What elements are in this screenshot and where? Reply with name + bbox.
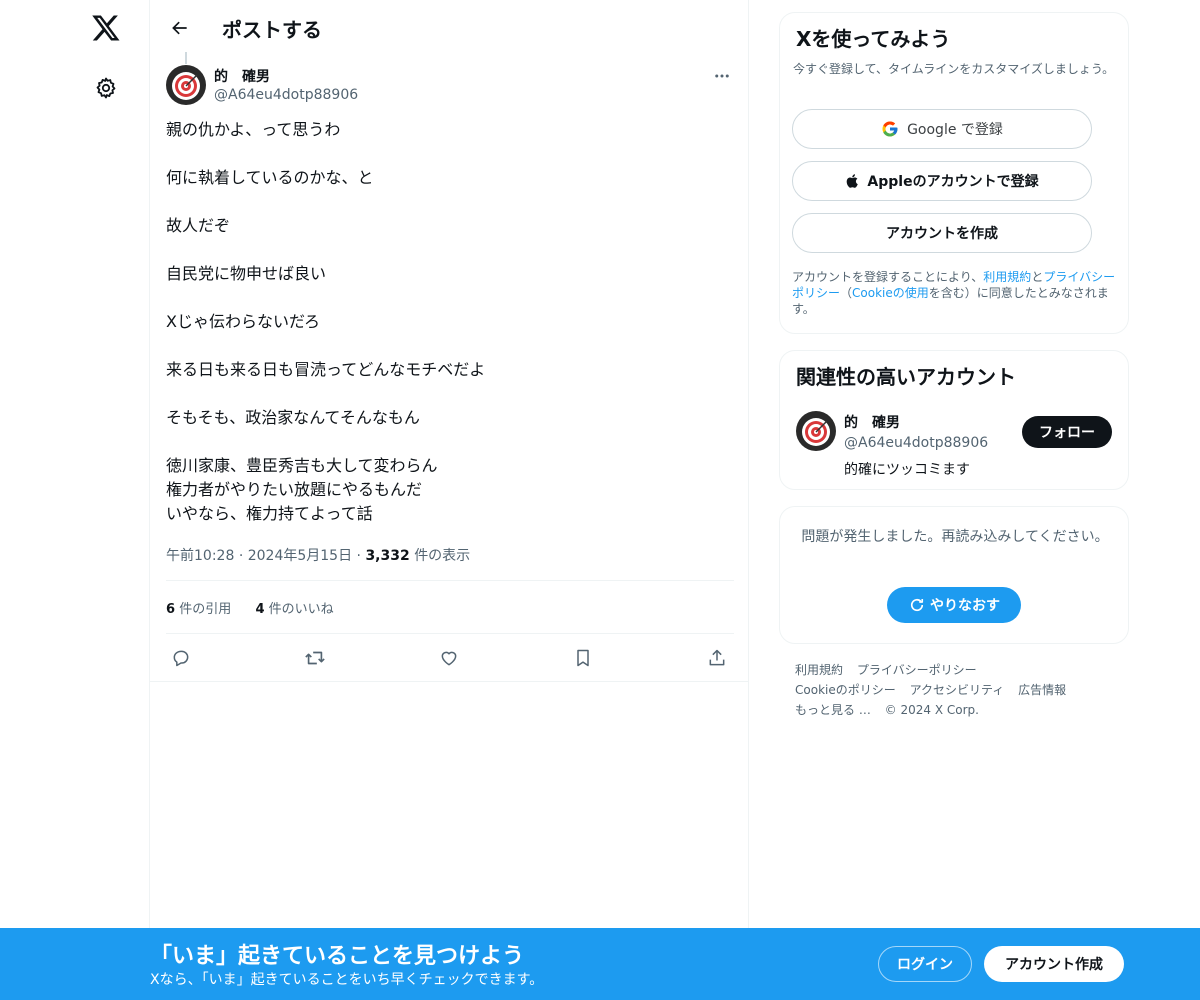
main-column: ポストする 的 確男 @A64eu4dotp88906 親の仇かよ、って思うわ … (150, 0, 749, 1000)
signup-card: Xを使ってみよう 今すぐ登録して、タイムラインをカスタマイズしましょう。 Goo… (779, 12, 1129, 334)
post-paragraph: そもそも、政治家なんてそんなもん (166, 406, 726, 430)
likes-stat[interactable]: 4 件のいいね (255, 602, 333, 617)
divider (166, 633, 734, 634)
bottom-signup-bar: 「いま」起きていることを見つけよう Xなら、「いま」起きていることをいち早くチェ… (0, 928, 1200, 1000)
post-paragraph: 故人だぞ (166, 214, 726, 238)
post-paragraph: 親の仇かよ、って思うわ (166, 118, 726, 142)
page-header: ポストする (150, 0, 749, 54)
footer-more-link[interactable]: もっと見る … (795, 703, 871, 717)
post-time[interactable]: 午前10:28 (166, 548, 234, 564)
footer-copyright: © 2024 X Corp. (884, 703, 979, 717)
post-paragraph: 何に執着しているのかな、と (166, 166, 726, 190)
reply-icon[interactable] (167, 644, 195, 672)
legal-and: と (1031, 270, 1044, 284)
post-meta: 午前10:28 · 2024年5月15日 · 3,332 件の表示 (166, 545, 470, 565)
target-icon (796, 411, 836, 451)
target-icon (166, 65, 206, 105)
bottom-bar-title: 「いま」起きていることを見つけよう (150, 944, 525, 969)
cookie-link[interactable]: Cookieの使用 (852, 286, 929, 300)
quotes-count: 6 (166, 602, 176, 617)
views-count: 3,332 (365, 548, 410, 564)
avatar[interactable] (796, 411, 836, 451)
post-line: 親の仇かよ、って思うわ (166, 120, 341, 139)
signup-button[interactable]: アカウント作成 (984, 946, 1124, 982)
footer-accessibility-link[interactable]: アクセシビリティ (910, 683, 1005, 697)
apple-signup-label: Appleのアカウントで登録 (867, 174, 1039, 190)
related-account-handle[interactable]: @A64eu4dotp88906 (844, 435, 988, 451)
retry-label: やりなおす (930, 598, 1000, 614)
error-message: 問題が発生しました。再読み込みしてください。 (801, 529, 1109, 545)
post-line: そもそも、政治家なんてそんなもん (166, 408, 420, 427)
related-account-bio: 的確にツッコミます (844, 462, 970, 478)
retry-button[interactable]: やりなおす (887, 587, 1021, 623)
likes-count: 4 (255, 602, 265, 617)
post-line: 来る日も来る日も冒涜ってどんなモチベだよ (166, 360, 486, 379)
google-icon (882, 121, 898, 137)
back-arrow-icon[interactable] (164, 12, 196, 44)
post-line: 自民党に物申せば良い (166, 264, 327, 283)
footer-ads-link[interactable]: 広告情報 (1018, 683, 1066, 697)
avatar[interactable] (166, 65, 206, 105)
bookmark-icon[interactable] (569, 644, 597, 672)
likes-label: 件のいいね (268, 602, 334, 617)
action-bar (166, 644, 734, 672)
follow-button[interactable]: フォロー (1022, 416, 1112, 448)
legal-paren: （ (840, 286, 853, 300)
post-line: Xじゃ伝わらないだろ (166, 312, 321, 331)
footer-privacy-link[interactable]: プライバシーポリシー (857, 663, 977, 677)
bottom-bar-subtitle: Xなら、「いま」起きていることをいち早くチェックできます。 (150, 972, 544, 988)
quotes-label: 件の引用 (179, 602, 232, 617)
post-line: 故人だぞ (166, 216, 231, 235)
post-text: 親の仇かよ、って思うわ 何に執着しているのかな、と 故人だぞ 自民党に物申せば良… (166, 118, 726, 550)
apple-icon (847, 174, 859, 188)
related-accounts-card: 関連性の高いアカウント 的 確男 @A64eu4dotp88906 的確にツッコ… (779, 350, 1129, 490)
post-paragraph: 徳川家康、豊臣秀吉も大して変わらん 権力者がやりたい放題にやるもんだ いやなら、… (166, 454, 726, 526)
quotes-stat[interactable]: 6 件の引用 (166, 602, 231, 617)
divider (150, 681, 749, 682)
login-button[interactable]: ログイン (878, 946, 972, 982)
more-icon[interactable] (710, 64, 734, 88)
signup-title: Xを使ってみよう (796, 27, 951, 51)
legal-text: アカウントを登録することにより、利用規約とプライバシーポリシー（Cookieの使… (792, 269, 1122, 317)
post-line: 何に執着しているのかな、と (166, 168, 374, 187)
refresh-icon (910, 598, 924, 612)
related-title: 関連性の高いアカウント (796, 365, 1016, 389)
left-nav-rail (0, 0, 150, 1000)
post-stats: 6 件の引用 4 件のいいね (166, 598, 334, 617)
google-signup-label: Google で登録 (907, 122, 1003, 138)
signup-subtitle: 今すぐ登録して、タイムラインをカスタマイズしましょう。 (793, 62, 1115, 76)
legal-pre: アカウントを登録することにより、 (792, 270, 984, 284)
create-account-button[interactable]: アカウントを作成 (792, 213, 1092, 253)
post-line: 徳川家康、豊臣秀吉も大して変わらん (166, 456, 438, 475)
post-line: 権力者がやりたい放題にやるもんだ (166, 480, 423, 499)
gear-icon[interactable] (90, 72, 122, 104)
terms-link[interactable]: 利用規約 (983, 270, 1031, 284)
post-line: いやなら、権力持てよって話 (166, 504, 373, 523)
author-name[interactable]: 的 確男 (214, 66, 270, 86)
google-signup-button[interactable]: Google で登録 (792, 109, 1092, 149)
like-icon[interactable] (435, 644, 463, 672)
related-account-name[interactable]: 的 確男 (844, 412, 900, 432)
footer-terms-link[interactable]: 利用規約 (795, 663, 843, 677)
post-paragraph: 来る日も来る日も冒涜ってどんなモチベだよ (166, 358, 726, 382)
share-icon[interactable] (703, 644, 731, 672)
post-paragraph: Xじゃ伝わらないだろ (166, 310, 726, 334)
author-handle[interactable]: @A64eu4dotp88906 (214, 87, 358, 103)
meta-separator: · (238, 548, 248, 564)
footer-links: 利用規約 プライバシーポリシー Cookieのポリシー アクセシビリティ 広告情… (795, 660, 1125, 720)
error-card: 問題が発生しました。再読み込みしてください。 やりなおす (779, 506, 1129, 644)
thread-line (185, 52, 187, 64)
apple-signup-button[interactable]: Appleのアカウントで登録 (792, 161, 1092, 201)
post-paragraph: 自民党に物申せば良い (166, 262, 726, 286)
views-label: 件の表示 (414, 548, 471, 564)
x-logo-icon[interactable] (88, 10, 124, 46)
repost-icon[interactable] (301, 644, 329, 672)
page-title: ポストする (222, 18, 322, 42)
post-date[interactable]: 2024年5月15日 (248, 548, 352, 564)
footer-cookie-link[interactable]: Cookieのポリシー (795, 683, 896, 697)
divider (166, 580, 734, 581)
